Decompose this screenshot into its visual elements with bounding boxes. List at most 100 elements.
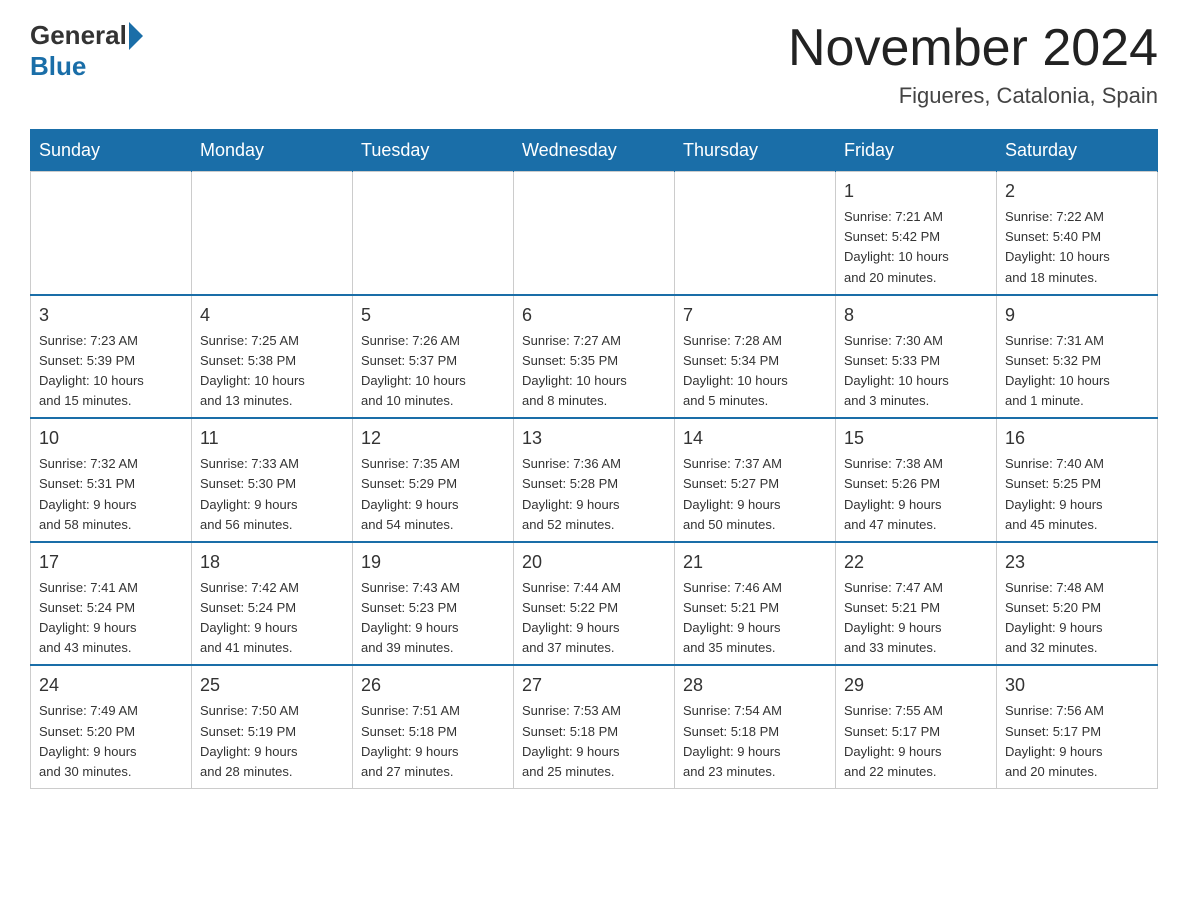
calendar-cell: 16Sunrise: 7:40 AM Sunset: 5:25 PM Dayli… bbox=[997, 418, 1158, 542]
day-info: Sunrise: 7:51 AM Sunset: 5:18 PM Dayligh… bbox=[361, 701, 505, 782]
day-number: 18 bbox=[200, 549, 344, 576]
day-info: Sunrise: 7:56 AM Sunset: 5:17 PM Dayligh… bbox=[1005, 701, 1149, 782]
day-number: 27 bbox=[522, 672, 666, 699]
day-info: Sunrise: 7:21 AM Sunset: 5:42 PM Dayligh… bbox=[844, 207, 988, 288]
calendar-cell: 29Sunrise: 7:55 AM Sunset: 5:17 PM Dayli… bbox=[836, 665, 997, 788]
calendar-week-row: 3Sunrise: 7:23 AM Sunset: 5:39 PM Daylig… bbox=[31, 295, 1158, 419]
calendar-week-row: 17Sunrise: 7:41 AM Sunset: 5:24 PM Dayli… bbox=[31, 542, 1158, 666]
day-number: 7 bbox=[683, 302, 827, 329]
calendar-cell bbox=[514, 172, 675, 295]
calendar-cell bbox=[675, 172, 836, 295]
day-info: Sunrise: 7:55 AM Sunset: 5:17 PM Dayligh… bbox=[844, 701, 988, 782]
page-header: General Blue November 2024 Figueres, Cat… bbox=[30, 20, 1158, 109]
day-info: Sunrise: 7:26 AM Sunset: 5:37 PM Dayligh… bbox=[361, 331, 505, 412]
day-info: Sunrise: 7:31 AM Sunset: 5:32 PM Dayligh… bbox=[1005, 331, 1149, 412]
calendar-cell: 20Sunrise: 7:44 AM Sunset: 5:22 PM Dayli… bbox=[514, 542, 675, 666]
day-number: 1 bbox=[844, 178, 988, 205]
day-number: 4 bbox=[200, 302, 344, 329]
day-number: 23 bbox=[1005, 549, 1149, 576]
day-number: 8 bbox=[844, 302, 988, 329]
day-number: 20 bbox=[522, 549, 666, 576]
day-info: Sunrise: 7:50 AM Sunset: 5:19 PM Dayligh… bbox=[200, 701, 344, 782]
day-number: 29 bbox=[844, 672, 988, 699]
header-sunday: Sunday bbox=[31, 130, 192, 172]
title-section: November 2024 Figueres, Catalonia, Spain bbox=[788, 20, 1158, 109]
header-monday: Monday bbox=[192, 130, 353, 172]
day-number: 22 bbox=[844, 549, 988, 576]
logo-blue-text: Blue bbox=[30, 51, 86, 82]
day-info: Sunrise: 7:32 AM Sunset: 5:31 PM Dayligh… bbox=[39, 454, 183, 535]
calendar-cell: 28Sunrise: 7:54 AM Sunset: 5:18 PM Dayli… bbox=[675, 665, 836, 788]
calendar-cell: 30Sunrise: 7:56 AM Sunset: 5:17 PM Dayli… bbox=[997, 665, 1158, 788]
calendar-cell: 17Sunrise: 7:41 AM Sunset: 5:24 PM Dayli… bbox=[31, 542, 192, 666]
header-tuesday: Tuesday bbox=[353, 130, 514, 172]
calendar-cell: 12Sunrise: 7:35 AM Sunset: 5:29 PM Dayli… bbox=[353, 418, 514, 542]
day-info: Sunrise: 7:48 AM Sunset: 5:20 PM Dayligh… bbox=[1005, 578, 1149, 659]
day-info: Sunrise: 7:36 AM Sunset: 5:28 PM Dayligh… bbox=[522, 454, 666, 535]
day-number: 21 bbox=[683, 549, 827, 576]
calendar-cell: 11Sunrise: 7:33 AM Sunset: 5:30 PM Dayli… bbox=[192, 418, 353, 542]
calendar-cell bbox=[31, 172, 192, 295]
calendar-cell: 26Sunrise: 7:51 AM Sunset: 5:18 PM Dayli… bbox=[353, 665, 514, 788]
day-info: Sunrise: 7:40 AM Sunset: 5:25 PM Dayligh… bbox=[1005, 454, 1149, 535]
day-info: Sunrise: 7:47 AM Sunset: 5:21 PM Dayligh… bbox=[844, 578, 988, 659]
calendar-cell: 1Sunrise: 7:21 AM Sunset: 5:42 PM Daylig… bbox=[836, 172, 997, 295]
day-number: 12 bbox=[361, 425, 505, 452]
day-info: Sunrise: 7:38 AM Sunset: 5:26 PM Dayligh… bbox=[844, 454, 988, 535]
calendar-cell bbox=[192, 172, 353, 295]
day-number: 14 bbox=[683, 425, 827, 452]
calendar-cell: 25Sunrise: 7:50 AM Sunset: 5:19 PM Dayli… bbox=[192, 665, 353, 788]
day-number: 3 bbox=[39, 302, 183, 329]
day-number: 19 bbox=[361, 549, 505, 576]
header-wednesday: Wednesday bbox=[514, 130, 675, 172]
calendar-cell: 23Sunrise: 7:48 AM Sunset: 5:20 PM Dayli… bbox=[997, 542, 1158, 666]
day-number: 15 bbox=[844, 425, 988, 452]
day-info: Sunrise: 7:44 AM Sunset: 5:22 PM Dayligh… bbox=[522, 578, 666, 659]
day-number: 16 bbox=[1005, 425, 1149, 452]
day-number: 28 bbox=[683, 672, 827, 699]
day-number: 24 bbox=[39, 672, 183, 699]
day-info: Sunrise: 7:42 AM Sunset: 5:24 PM Dayligh… bbox=[200, 578, 344, 659]
calendar-cell: 18Sunrise: 7:42 AM Sunset: 5:24 PM Dayli… bbox=[192, 542, 353, 666]
calendar-cell: 27Sunrise: 7:53 AM Sunset: 5:18 PM Dayli… bbox=[514, 665, 675, 788]
day-info: Sunrise: 7:37 AM Sunset: 5:27 PM Dayligh… bbox=[683, 454, 827, 535]
calendar-cell: 22Sunrise: 7:47 AM Sunset: 5:21 PM Dayli… bbox=[836, 542, 997, 666]
calendar-subtitle: Figueres, Catalonia, Spain bbox=[788, 83, 1158, 109]
day-info: Sunrise: 7:28 AM Sunset: 5:34 PM Dayligh… bbox=[683, 331, 827, 412]
calendar-cell: 4Sunrise: 7:25 AM Sunset: 5:38 PM Daylig… bbox=[192, 295, 353, 419]
calendar-title: November 2024 bbox=[788, 20, 1158, 77]
day-info: Sunrise: 7:46 AM Sunset: 5:21 PM Dayligh… bbox=[683, 578, 827, 659]
calendar-week-row: 24Sunrise: 7:49 AM Sunset: 5:20 PM Dayli… bbox=[31, 665, 1158, 788]
day-info: Sunrise: 7:43 AM Sunset: 5:23 PM Dayligh… bbox=[361, 578, 505, 659]
day-number: 17 bbox=[39, 549, 183, 576]
day-info: Sunrise: 7:35 AM Sunset: 5:29 PM Dayligh… bbox=[361, 454, 505, 535]
day-info: Sunrise: 7:23 AM Sunset: 5:39 PM Dayligh… bbox=[39, 331, 183, 412]
day-info: Sunrise: 7:22 AM Sunset: 5:40 PM Dayligh… bbox=[1005, 207, 1149, 288]
day-number: 25 bbox=[200, 672, 344, 699]
calendar-cell: 5Sunrise: 7:26 AM Sunset: 5:37 PM Daylig… bbox=[353, 295, 514, 419]
calendar-cell: 13Sunrise: 7:36 AM Sunset: 5:28 PM Dayli… bbox=[514, 418, 675, 542]
calendar-week-row: 10Sunrise: 7:32 AM Sunset: 5:31 PM Dayli… bbox=[31, 418, 1158, 542]
day-number: 10 bbox=[39, 425, 183, 452]
calendar-cell bbox=[353, 172, 514, 295]
day-info: Sunrise: 7:54 AM Sunset: 5:18 PM Dayligh… bbox=[683, 701, 827, 782]
calendar-cell: 8Sunrise: 7:30 AM Sunset: 5:33 PM Daylig… bbox=[836, 295, 997, 419]
calendar-cell: 3Sunrise: 7:23 AM Sunset: 5:39 PM Daylig… bbox=[31, 295, 192, 419]
calendar-cell: 9Sunrise: 7:31 AM Sunset: 5:32 PM Daylig… bbox=[997, 295, 1158, 419]
day-number: 13 bbox=[522, 425, 666, 452]
logo-triangle-icon bbox=[129, 22, 143, 50]
day-number: 2 bbox=[1005, 178, 1149, 205]
day-info: Sunrise: 7:25 AM Sunset: 5:38 PM Dayligh… bbox=[200, 331, 344, 412]
header-thursday: Thursday bbox=[675, 130, 836, 172]
day-info: Sunrise: 7:49 AM Sunset: 5:20 PM Dayligh… bbox=[39, 701, 183, 782]
day-number: 26 bbox=[361, 672, 505, 699]
calendar-week-row: 1Sunrise: 7:21 AM Sunset: 5:42 PM Daylig… bbox=[31, 172, 1158, 295]
calendar-table: Sunday Monday Tuesday Wednesday Thursday… bbox=[30, 129, 1158, 789]
weekday-header-row: Sunday Monday Tuesday Wednesday Thursday… bbox=[31, 130, 1158, 172]
header-saturday: Saturday bbox=[997, 130, 1158, 172]
calendar-cell: 21Sunrise: 7:46 AM Sunset: 5:21 PM Dayli… bbox=[675, 542, 836, 666]
calendar-cell: 7Sunrise: 7:28 AM Sunset: 5:34 PM Daylig… bbox=[675, 295, 836, 419]
calendar-cell: 24Sunrise: 7:49 AM Sunset: 5:20 PM Dayli… bbox=[31, 665, 192, 788]
calendar-cell: 14Sunrise: 7:37 AM Sunset: 5:27 PM Dayli… bbox=[675, 418, 836, 542]
logo-general-text: General bbox=[30, 20, 127, 51]
